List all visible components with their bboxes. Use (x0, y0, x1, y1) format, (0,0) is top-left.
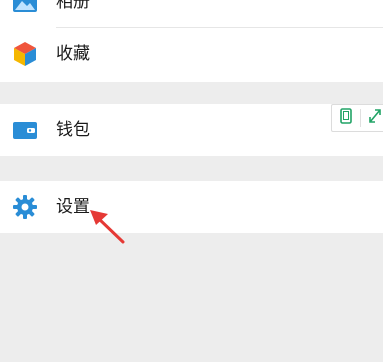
image-icon (12, 0, 38, 15)
menu-item-wallet[interactable]: 钱包 (0, 104, 383, 156)
cube-icon (12, 41, 38, 67)
phone-frame-icon (339, 108, 353, 128)
menu-item-favorites[interactable]: 收藏 (0, 28, 383, 80)
expand-icon (368, 108, 382, 128)
menu-item-settings[interactable]: 设置 (0, 181, 383, 233)
floating-toolbar (331, 104, 383, 132)
expand-button[interactable] (361, 105, 383, 131)
menu-item-album-label: 相册 (56, 0, 90, 12)
menu-group-settings: 设置 (0, 181, 383, 233)
wechat-me-page: 相册 收藏 钱包 设置 (0, 0, 383, 362)
menu-group-top: 相册 收藏 (0, 0, 383, 82)
gear-icon (12, 194, 38, 220)
menu-item-settings-label: 设置 (56, 197, 90, 217)
menu-item-favorites-label: 收藏 (56, 44, 90, 64)
menu-item-album[interactable]: 相册 (0, 0, 383, 28)
menu-group-wallet: 钱包 (0, 104, 383, 156)
menu-item-wallet-label: 钱包 (56, 120, 90, 140)
wallet-icon (12, 117, 38, 143)
phone-frame-button[interactable] (332, 105, 360, 131)
